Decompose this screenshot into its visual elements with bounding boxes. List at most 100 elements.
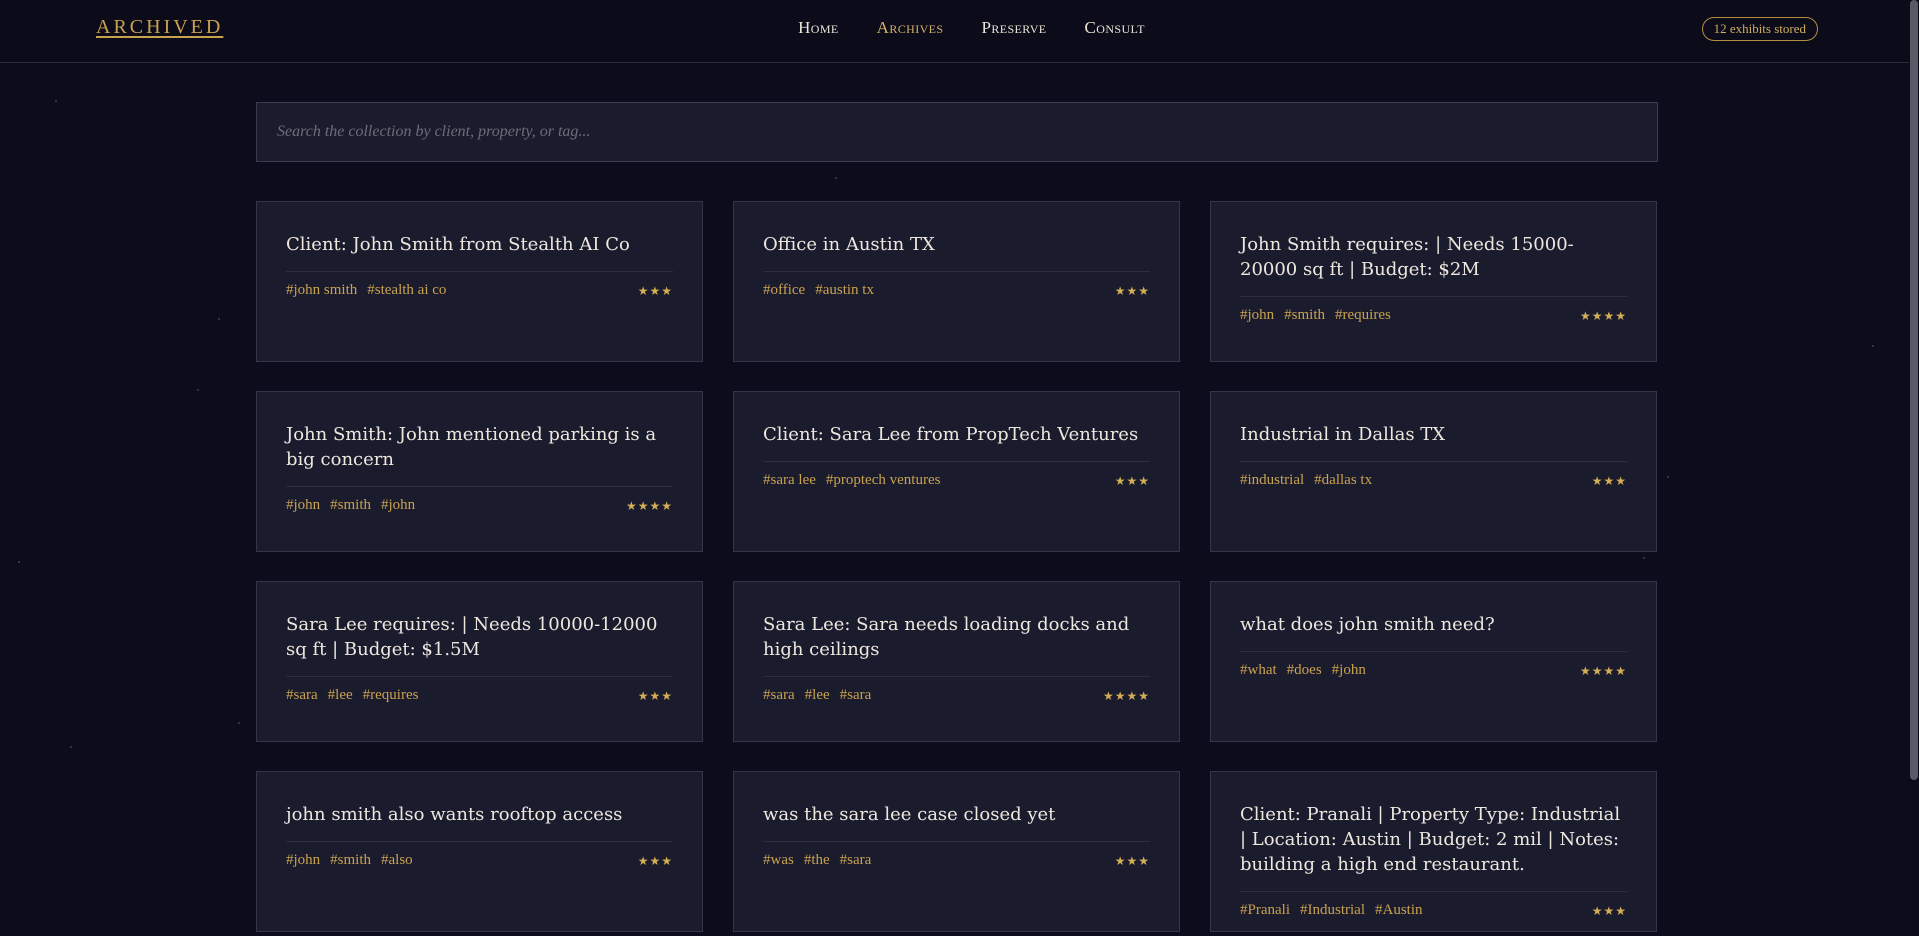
nav-preserve[interactable]: Preserve xyxy=(981,18,1046,60)
card-title: Industrial in Dallas TX xyxy=(1240,422,1627,462)
tag-link[interactable]: #austin tx xyxy=(815,282,874,299)
card-title: john smith also wants rooftop access xyxy=(286,802,673,842)
tag-list: #john #smith #also xyxy=(286,852,413,869)
archive-card[interactable]: Client: John Smith from Stealth AI Co #jo… xyxy=(256,201,703,362)
archive-card[interactable]: john smith also wants rooftop access #joh… xyxy=(256,771,703,932)
tag-list: #Pranali #Industrial #Austin xyxy=(1240,902,1423,919)
card-footer: #office #austin tx ★★★ xyxy=(763,282,1150,299)
tag-link[interactable]: #industrial xyxy=(1240,472,1304,489)
archive-card[interactable]: Client: Pranali | Property Type: Industr… xyxy=(1210,771,1657,932)
card-title: John Smith: John mentioned parking is a … xyxy=(286,422,673,487)
tag-link[interactable]: #requires xyxy=(1335,307,1391,324)
card-footer: #john #smith #requires ★★★★ xyxy=(1240,307,1627,324)
tag-link[interactable]: #sara lee xyxy=(763,472,816,489)
tag-link[interactable]: #stealth ai co xyxy=(367,282,446,299)
rating-stars: ★★★ xyxy=(1114,283,1150,298)
card-footer: #what #does #john ★★★★ xyxy=(1240,662,1627,679)
archive-card[interactable]: was the sara lee case closed yet #was #the… xyxy=(733,771,1180,932)
top-bar: ARCHIVED Home Archives Preserve Consult … xyxy=(0,0,1919,63)
tag-link[interactable]: #john xyxy=(286,497,320,514)
card-title: Office in Austin TX xyxy=(763,232,1150,272)
tag-list: #sara #lee #sara xyxy=(763,687,871,704)
tag-link[interactable]: #smith xyxy=(1284,307,1325,324)
rating-stars: ★★★ xyxy=(637,688,673,703)
tag-list: #sara #lee #requires xyxy=(286,687,418,704)
archive-card[interactable]: Office in Austin TX #office #austin tx ★★★ xyxy=(733,201,1180,362)
tag-link[interactable]: #sara xyxy=(763,687,795,704)
tag-link[interactable]: #also xyxy=(381,852,413,869)
card-title: Sara Lee requires: | Needs 10000-12000 s… xyxy=(286,612,673,677)
card-footer: #sara #lee #sara ★★★★ xyxy=(763,687,1150,704)
tag-link[interactable]: #proptech ventures xyxy=(826,472,941,489)
tag-link[interactable]: #lee xyxy=(805,687,830,704)
tag-list: #sara lee #proptech ventures xyxy=(763,472,940,489)
archive-card[interactable]: Sara Lee: Sara needs loading docks and h… xyxy=(733,581,1180,742)
tag-link[interactable]: #smith xyxy=(330,497,371,514)
card-title: John Smith requires: | Needs 15000-20000… xyxy=(1240,232,1627,297)
tag-link[interactable]: #office xyxy=(763,282,805,299)
main-nav: Home Archives Preserve Consult xyxy=(0,0,1919,60)
card-title: Sara Lee: Sara needs loading docks and h… xyxy=(763,612,1150,677)
tag-link[interactable]: #sara xyxy=(840,852,872,869)
archive-card[interactable]: Sara Lee requires: | Needs 10000-12000 s… xyxy=(256,581,703,742)
rating-stars: ★★★★ xyxy=(1579,308,1627,323)
tag-link[interactable]: #john smith xyxy=(286,282,357,299)
card-title: Client: John Smith from Stealth AI Co xyxy=(286,232,673,272)
card-footer: #sara lee #proptech ventures ★★★ xyxy=(763,472,1150,489)
card-title: was the sara lee case closed yet xyxy=(763,802,1150,842)
archive-card[interactable]: Client: Sara Lee from PropTech Ventures #… xyxy=(733,391,1180,552)
tag-link[interactable]: #Pranali xyxy=(1240,902,1290,919)
rating-stars: ★★★★ xyxy=(1579,663,1627,678)
card-title: Client: Pranali | Property Type: Industr… xyxy=(1240,802,1627,892)
rating-stars: ★★★ xyxy=(1114,473,1150,488)
tag-list: #office #austin tx xyxy=(763,282,874,299)
rating-stars: ★★★ xyxy=(1591,903,1627,918)
tag-list: #what #does #john xyxy=(1240,662,1366,679)
rating-stars: ★★★ xyxy=(1114,853,1150,868)
card-footer: #john smith #stealth ai co ★★★ xyxy=(286,282,673,299)
card-footer: #Pranali #Industrial #Austin ★★★ xyxy=(1240,902,1627,919)
exhibit-count-badge: 12 exhibits stored xyxy=(1701,17,1818,41)
tag-link[interactable]: #john xyxy=(1332,662,1366,679)
tag-link[interactable]: #sara xyxy=(840,687,872,704)
search-input[interactable] xyxy=(277,123,1637,141)
archive-card[interactable]: what does john smith need? #what #does #joh… xyxy=(1210,581,1657,742)
rating-stars: ★★★★ xyxy=(625,498,673,513)
tag-link[interactable]: #john xyxy=(286,852,320,869)
tag-link[interactable]: #smith xyxy=(330,852,371,869)
tag-link[interactable]: #Austin xyxy=(1375,902,1423,919)
tag-link[interactable]: #john xyxy=(381,497,415,514)
rating-stars: ★★★ xyxy=(637,283,673,298)
card-footer: #john #smith #also ★★★ xyxy=(286,852,673,869)
tag-link[interactable]: #was xyxy=(763,852,794,869)
tag-link[interactable]: #the xyxy=(804,852,830,869)
card-footer: #industrial #dallas tx ★★★ xyxy=(1240,472,1627,489)
scrollbar[interactable] xyxy=(1909,0,1919,936)
tag-link[interactable]: #dallas tx xyxy=(1314,472,1372,489)
nav-home[interactable]: Home xyxy=(798,18,839,60)
tag-list: #john smith #stealth ai co xyxy=(286,282,446,299)
scrollbar-thumb[interactable] xyxy=(1910,0,1918,780)
tag-link[interactable]: #requires xyxy=(363,687,419,704)
tag-list: #john #smith #requires xyxy=(1240,307,1391,324)
archive-card[interactable]: Industrial in Dallas TX #industrial #dalla… xyxy=(1210,391,1657,552)
card-title: Client: Sara Lee from PropTech Ventures xyxy=(763,422,1150,462)
tag-link[interactable]: #john xyxy=(1240,307,1274,324)
nav-archives[interactable]: Archives xyxy=(877,18,944,60)
tag-link[interactable]: #what xyxy=(1240,662,1277,679)
tag-list: #was #the #sara xyxy=(763,852,871,869)
tag-link[interactable]: #sara xyxy=(286,687,318,704)
archive-card-grid: Client: John Smith from Stealth AI Co #jo… xyxy=(256,201,1658,932)
search-bar xyxy=(256,102,1658,162)
archive-card[interactable]: John Smith: John mentioned parking is a … xyxy=(256,391,703,552)
nav-consult[interactable]: Consult xyxy=(1085,18,1145,60)
tag-link[interactable]: #lee xyxy=(328,687,353,704)
card-footer: #was #the #sara ★★★ xyxy=(763,852,1150,869)
archive-card[interactable]: John Smith requires: | Needs 15000-20000… xyxy=(1210,201,1657,362)
rating-stars: ★★★ xyxy=(1591,473,1627,488)
tag-link[interactable]: #does xyxy=(1287,662,1322,679)
rating-stars: ★★★★ xyxy=(1102,688,1150,703)
card-title: what does john smith need? xyxy=(1240,612,1627,652)
tag-link[interactable]: #Industrial xyxy=(1300,902,1365,919)
rating-stars: ★★★ xyxy=(637,853,673,868)
